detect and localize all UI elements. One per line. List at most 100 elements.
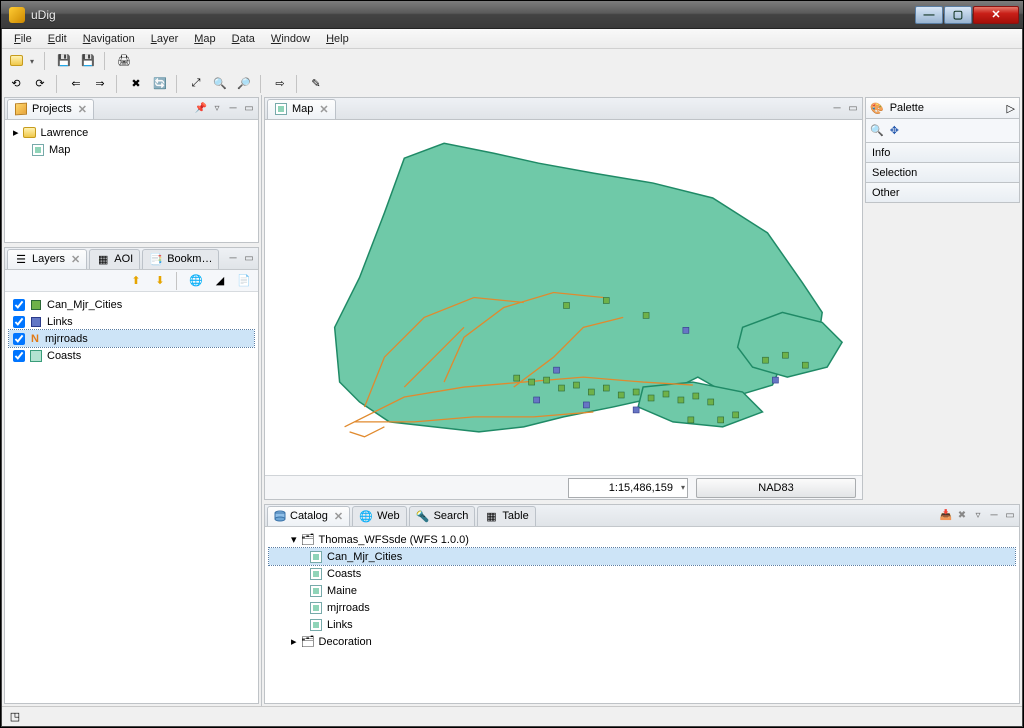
map-statusbar: 1:15,486,159 NAD83 — [265, 475, 862, 499]
layers-min-icon[interactable]: ─ — [226, 252, 240, 266]
layer-checkbox[interactable] — [13, 333, 25, 345]
save-button[interactable]: 💾 — [54, 51, 74, 71]
layer-filter-button[interactable]: ◢ — [210, 271, 230, 291]
feature-icon — [309, 618, 323, 632]
link-icon[interactable] — [194, 102, 208, 116]
catalog-tab[interactable]: Catalog ✕ — [267, 506, 350, 526]
client-area: File Edit Navigation Layer Map Data Wind… — [1, 29, 1023, 727]
catalog-service-node[interactable]: ▾ 🗂 Thomas_WFSsde (WFS 1.0.0) — [269, 531, 1015, 548]
palette-section-other[interactable]: Other — [865, 183, 1020, 203]
feature-icon — [309, 567, 323, 581]
projects-tab[interactable]: Projects ✕ — [7, 99, 94, 119]
layer-down-button[interactable]: ⬇ — [150, 271, 170, 291]
catalog-layer-coasts[interactable]: Coasts — [269, 565, 1015, 582]
layer-checkbox[interactable] — [13, 350, 25, 362]
layer-props-button[interactable]: 📄 — [234, 271, 254, 291]
nav-back-button[interactable]: ⇐ — [66, 74, 86, 94]
bookmarks-icon: 📑 — [149, 252, 163, 266]
menu-navigation[interactable]: Navigation — [75, 29, 143, 48]
menu-layer[interactable]: Layer — [143, 29, 187, 48]
palette-section-info[interactable]: Info — [865, 143, 1020, 163]
menu-map[interactable]: Map — [186, 29, 223, 48]
catalog-layer-mjrroads[interactable]: mjrroads — [269, 599, 1015, 616]
menu-data[interactable]: Data — [224, 29, 263, 48]
layers-icon: ☰ — [14, 252, 28, 266]
aoi-tab[interactable]: ▦ AOI — [89, 249, 140, 269]
view-menu-icon[interactable]: ▿ — [210, 102, 224, 116]
project-root[interactable]: ▸ Lawrence — [9, 124, 254, 141]
search-tab[interactable]: 🔦 Search — [409, 506, 476, 526]
minimize-button[interactable]: — — [915, 6, 943, 24]
catalog-layer-links[interactable]: Links — [269, 616, 1015, 633]
layer-row-mjrroads[interactable]: mjrroads — [9, 330, 254, 347]
menubar: File Edit Navigation Layer Map Data Wind… — [2, 29, 1022, 49]
pencil-button[interactable]: ✎ — [306, 74, 326, 94]
catalog-layer-maine[interactable]: Maine — [269, 582, 1015, 599]
zoom-out-button[interactable]: 🔎 — [234, 74, 254, 94]
map-tab-close[interactable]: ✕ — [319, 103, 328, 116]
map-canvas[interactable] — [265, 120, 862, 475]
menu-file[interactable]: File — [6, 29, 40, 48]
new-button[interactable] — [6, 51, 26, 71]
maximize-button[interactable]: ▢ — [944, 6, 972, 24]
scale-combo[interactable]: 1:15,486,159 — [568, 478, 688, 498]
catalog-tree[interactable]: ▾ 🗂 Thomas_WFSsde (WFS 1.0.0) Can_Mjr_Ci… — [265, 527, 1019, 703]
menu-help[interactable]: Help — [318, 29, 357, 48]
decoration-icon: 🗂 — [301, 635, 315, 649]
projects-tree[interactable]: ▸ Lawrence Map — [5, 120, 258, 242]
menu-window[interactable]: Window — [263, 29, 318, 48]
map-editor-icon — [274, 102, 288, 116]
menu-edit[interactable]: Edit — [40, 29, 75, 48]
map-max-icon[interactable]: ▭ — [846, 102, 860, 116]
palette-section-selection[interactable]: Selection — [865, 163, 1020, 183]
layer-legend-icon — [29, 298, 43, 312]
palette-pan-icon[interactable]: ✥ — [890, 124, 899, 137]
layers-tree[interactable]: Can_Mjr_Cities Links mjrroads — [5, 292, 258, 703]
web-tab[interactable]: 🌐 Web — [352, 506, 406, 526]
map-min-icon[interactable]: ─ — [830, 102, 844, 116]
layers-max-icon[interactable]: ▭ — [242, 252, 256, 266]
layers-tab-close[interactable]: ✕ — [71, 253, 80, 266]
projects-tab-close[interactable]: ✕ — [78, 103, 87, 116]
catalog-max-icon[interactable]: ▭ — [1003, 509, 1017, 523]
save-all-button[interactable]: 💾 — [78, 51, 98, 71]
maximize-view-icon[interactable]: ▭ — [242, 102, 256, 116]
close-button[interactable]: ✕ — [973, 6, 1019, 24]
layer-checkbox[interactable] — [13, 316, 25, 328]
layer-row-cities[interactable]: Can_Mjr_Cities — [9, 296, 254, 313]
projects-tab-label: Projects — [32, 103, 72, 115]
new-dropdown-arrow[interactable] — [30, 55, 38, 67]
zoom-extent-button[interactable]: ⤢ — [186, 74, 206, 94]
layer-checkbox[interactable] — [13, 299, 25, 311]
catalog-decoration-node[interactable]: ▸ 🗂 Decoration — [269, 633, 1015, 650]
catalog-tab-close[interactable]: ✕ — [334, 510, 343, 523]
nav-fwd-button[interactable]: ⇒ — [90, 74, 110, 94]
catalog-remove-icon[interactable]: ✖ — [955, 509, 969, 523]
bookmarks-tab[interactable]: 📑 Bookm… — [142, 249, 219, 269]
zoom-in-button[interactable]: 🔍 — [210, 74, 230, 94]
map-editor-tab[interactable]: Map ✕ — [267, 99, 336, 119]
layer-row-links[interactable]: Links — [9, 313, 254, 330]
layer-style-button[interactable]: 🌐 — [186, 271, 206, 291]
stop-button[interactable]: ✖ — [126, 74, 146, 94]
layer-up-button[interactable]: ⬆ — [126, 271, 146, 291]
projection-button[interactable]: NAD83 — [696, 478, 856, 498]
print-button[interactable]: 🖨 — [114, 51, 134, 71]
palette-zoom-icon[interactable]: 🔍 — [870, 124, 884, 137]
minimize-view-icon[interactable]: ─ — [226, 102, 240, 116]
catalog-import-icon[interactable]: 📥 — [939, 509, 953, 523]
layers-tab[interactable]: ☰ Layers ✕ — [7, 249, 87, 269]
redo-button[interactable]: ⟳ — [30, 74, 50, 94]
project-map-node[interactable]: Map — [9, 141, 254, 158]
measure-button[interactable]: ⇨ — [270, 74, 290, 94]
layer-legend-icon — [29, 333, 41, 345]
layer-row-coasts[interactable]: Coasts — [9, 347, 254, 364]
catalog-layer-cities[interactable]: Can_Mjr_Cities — [269, 548, 1015, 565]
palette-collapse-icon[interactable]: ▷ — [1007, 102, 1015, 115]
catalog-min-icon[interactable]: ─ — [987, 509, 1001, 523]
feature-icon — [309, 601, 323, 615]
undo-button[interactable]: ⟲ — [6, 74, 26, 94]
table-tab[interactable]: ▦ Table — [477, 506, 535, 526]
refresh-button[interactable]: 🔄 — [150, 74, 170, 94]
catalog-menu-icon[interactable]: ▿ — [971, 509, 985, 523]
